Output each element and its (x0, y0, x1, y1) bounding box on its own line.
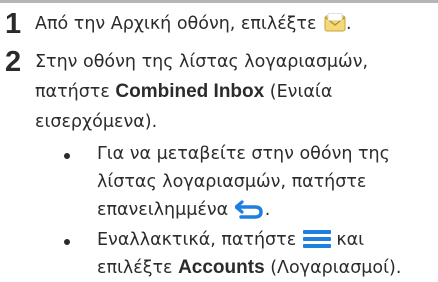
bullet-1-line-2: λίστας λογαριασμών, πατήστε (97, 172, 367, 192)
bullet-1-line-1: Για να μεταβείτε στην οθόνη της (97, 144, 390, 164)
bullet-2-line-1-prefix: Εναλλακτικά, πατήστε (97, 230, 297, 250)
step-2-number: 2 (5, 46, 22, 78)
accounts-label: Accounts (178, 257, 265, 278)
bullet-2-line-1: Εναλλακτικά, πατήστε και (97, 226, 364, 254)
back-arrow-icon[interactable] (234, 199, 265, 219)
bullet-1-line-3-suffix: . (264, 200, 271, 220)
bullet-2-line-2-suffix: (Λογαριασμοί). (270, 258, 402, 278)
bullet-1-dot (64, 153, 70, 159)
bullet-2-line-2: επιλέξτε Accounts (Λογαριασμοί). (97, 254, 401, 282)
step-2-line-2: πατήστε Combined Inbox (Ενιαία (35, 78, 332, 106)
bullet-1-line-3-prefix: επανειλημμένα (97, 200, 229, 220)
bullet-2-line-1-suffix: και (336, 230, 365, 250)
step-2-line-1: Στην οθόνη της λίστας λογαριασμών, (35, 52, 369, 72)
top-edge-strip (0, 0, 438, 3)
combined-inbox-label: Combined Inbox (115, 81, 265, 102)
bullet-1-line-3: επανειλημμένα . (97, 196, 270, 224)
email-app-icon[interactable] (324, 12, 346, 32)
step-2-line-3: εισερχόμενα). (35, 112, 158, 132)
step-1-text-before: Από την Αρχική οθόνη, επιλέξτε (35, 14, 317, 34)
step-1-number: 1 (5, 8, 22, 40)
step-1-text: Από την Αρχική οθόνη, επιλέξτε . (35, 10, 352, 38)
bullet-2-dot (64, 239, 70, 245)
step-2-line-2-prefix: πατήστε (35, 82, 110, 102)
bullet-2-line-2-prefix: επιλέξτε (97, 258, 173, 278)
menu-icon[interactable] (302, 229, 331, 248)
step-1-text-after: . (346, 14, 352, 34)
step-2-line-2-suffix: (Ενιαία (269, 82, 333, 102)
